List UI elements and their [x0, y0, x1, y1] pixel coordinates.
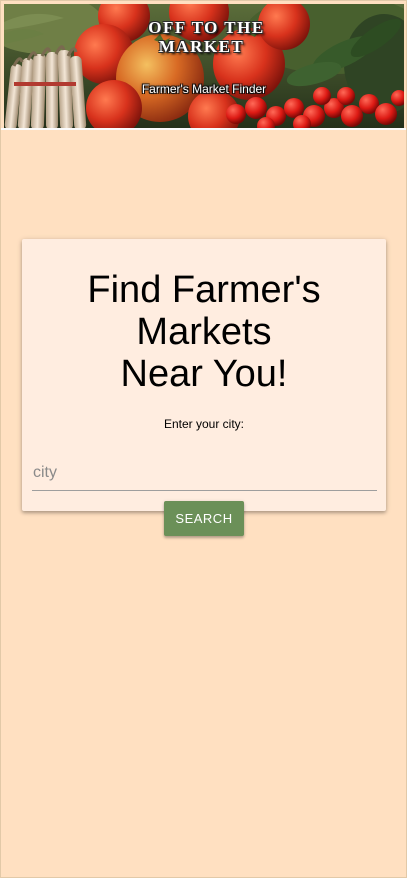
search-button[interactable]: SEARCH [164, 501, 244, 536]
logo-line-1: OFF TO THE [148, 18, 265, 37]
site-logo[interactable]: OFF TO THE MARKET [4, 18, 404, 56]
page-title: Find Farmer's Markets Near You! [22, 269, 386, 395]
page: OFF TO THE MARKET Farmer's Market Finder… [0, 0, 407, 878]
search-card: Find Farmer's Markets Near You! Enter yo… [22, 239, 386, 536]
site-subtitle: Farmer's Market Finder [141, 82, 267, 96]
banner-divider [1, 128, 406, 130]
city-input[interactable] [32, 455, 377, 491]
title-line-1: Find Farmer's Markets [87, 269, 321, 353]
city-label: Enter your city: [163, 417, 245, 431]
header-banner: OFF TO THE MARKET Farmer's Market Finder [4, 4, 404, 128]
title-line-2: Near You! [120, 353, 288, 395]
logo-line-2: MARKET [158, 37, 245, 56]
